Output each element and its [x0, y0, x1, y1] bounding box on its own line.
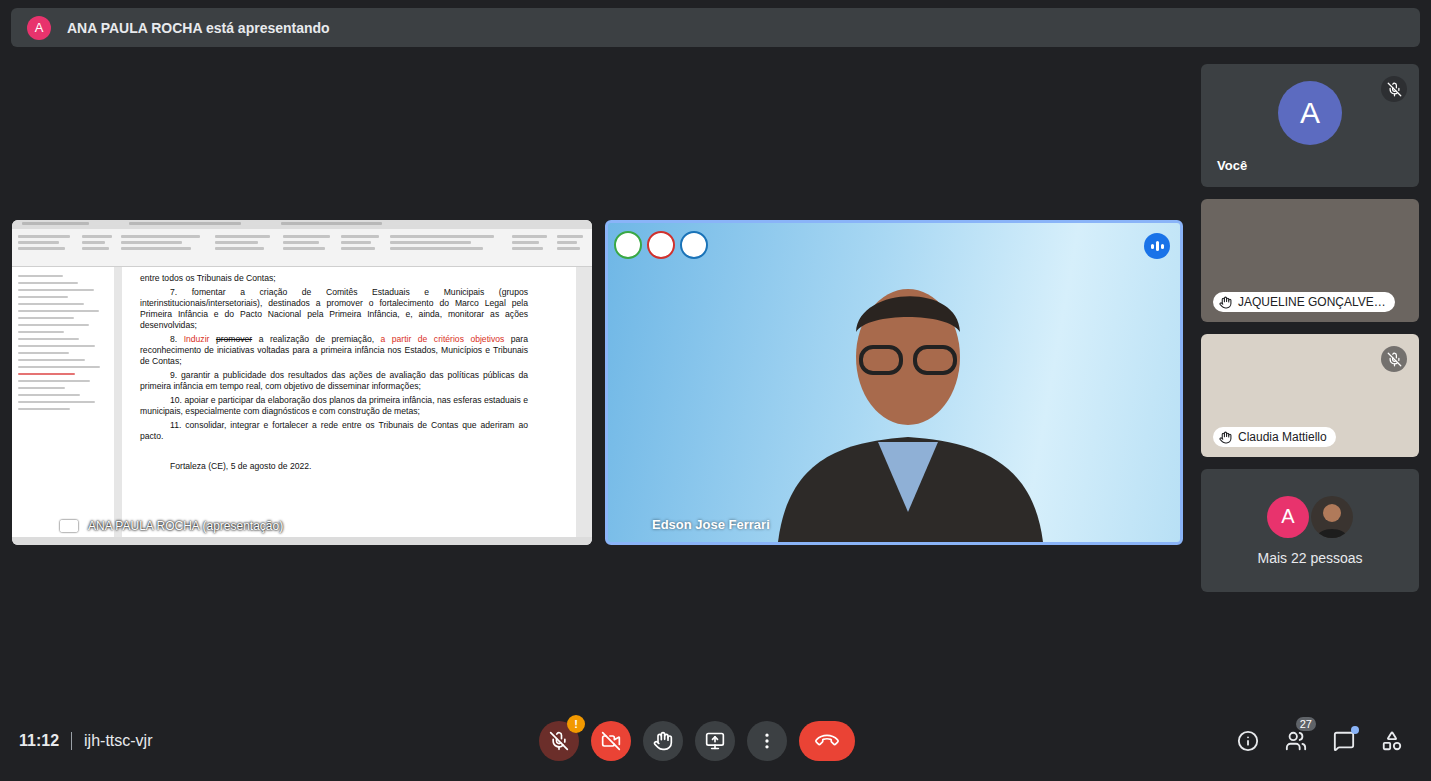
more-participants-label: Mais 22 pessoas	[1257, 550, 1362, 566]
control-bar: 11:12 ijh-ttsc-vjr! 27	[0, 701, 1431, 781]
presenting-banner: A ANA PAULA ROCHA está apresentando	[11, 8, 1420, 47]
person-photo-icon	[1311, 496, 1353, 538]
leave-button[interactable]	[799, 721, 855, 761]
document-date: Fortaleza (CE), 5 de agosto de 2022.	[170, 461, 528, 471]
screen-icon	[60, 520, 78, 532]
speaker-video	[758, 242, 1058, 542]
camera-off-icon	[601, 731, 621, 751]
participant-tile[interactable]: A Você	[1201, 64, 1419, 187]
presenter-avatar: A	[27, 16, 51, 40]
presentation-label: ANA PAULA ROCHA (apresentação)	[60, 519, 283, 533]
more-button[interactable]	[747, 721, 787, 761]
muted-badge	[1381, 76, 1407, 102]
document-paragraph: 8. Induzir promover a realização de prem…	[140, 334, 528, 367]
participant-name: JAQUELINE GONÇALVE…	[1213, 292, 1395, 312]
hand-icon	[653, 731, 673, 751]
activities-icon	[1381, 730, 1403, 752]
participant-avatar: A	[1267, 496, 1309, 538]
participant-name: Claudia Mattiello	[1213, 427, 1336, 447]
alert-badge: !	[567, 715, 585, 733]
more-participants-tile[interactable]: A Mais 22 pessoas	[1201, 469, 1419, 592]
participant-tile[interactable]: Claudia Mattiello	[1201, 334, 1419, 457]
info-button[interactable]	[1236, 729, 1260, 753]
participant-avatar	[1311, 496, 1353, 538]
microphone-button[interactable]: !	[539, 721, 579, 761]
document-paragraph: 7. fomentar a criação de Comitês Estadua…	[140, 287, 528, 331]
chat-icon	[1333, 730, 1355, 752]
participant-name: Você	[1217, 158, 1247, 173]
navigation-pane	[12, 267, 114, 537]
meet-page: A ANA PAULA ROCHA está apresentando entre …	[0, 0, 1431, 781]
word-ribbon	[12, 229, 592, 267]
meeting-code: ijh-ttsc-vjr	[84, 732, 152, 750]
presentation-tile[interactable]: entre todos os Tribunais de Contas; 7. fo…	[12, 220, 592, 545]
hand-button[interactable]	[643, 721, 683, 761]
clock: 11:12	[19, 732, 59, 750]
banner-text: ANA PAULA ROCHA está apresentando	[67, 20, 330, 36]
speaker-tile[interactable]: Edson Jose Ferrari	[605, 220, 1183, 545]
more-icon	[757, 731, 777, 751]
chat-button[interactable]	[1332, 729, 1356, 753]
document-paragraph: entre todos os Tribunais de Contas;	[140, 273, 528, 284]
people-icon	[1285, 730, 1307, 752]
word-title-bar	[12, 220, 592, 229]
present-button[interactable]	[695, 721, 735, 761]
camera-button[interactable]	[591, 721, 631, 761]
participant-tile[interactable]: JAQUELINE GONÇALVE…	[1201, 199, 1419, 322]
speaker-name: Edson Jose Ferrari	[652, 517, 770, 532]
end-call-icon	[813, 727, 841, 755]
mic-off-icon	[549, 731, 569, 751]
document-paragraph: 10. apoiar e participar da elaboração do…	[140, 395, 528, 417]
muted-badge	[1381, 346, 1407, 372]
people-button[interactable]: 27	[1284, 729, 1308, 753]
unread-dot	[1351, 726, 1359, 734]
participant-avatar: A	[1278, 81, 1342, 145]
document-page: entre todos os Tribunais de Contas; 7. fo…	[122, 267, 576, 537]
logos	[614, 231, 708, 259]
mic-off-icon	[1387, 352, 1402, 367]
document-paragraph: 11. consolidar, integrar e fortalecer a …	[140, 420, 528, 442]
activities-button[interactable]	[1380, 729, 1404, 753]
participant-count: 27	[1296, 717, 1316, 731]
hand-icon	[1219, 296, 1232, 309]
mic-off-icon	[1387, 82, 1402, 97]
hand-icon	[1219, 431, 1232, 444]
info-icon	[1237, 730, 1259, 752]
speaking-indicator	[1144, 233, 1170, 259]
present-icon	[705, 731, 725, 751]
document-paragraph: 9. garantir a publicidade dos resultados…	[140, 370, 528, 392]
